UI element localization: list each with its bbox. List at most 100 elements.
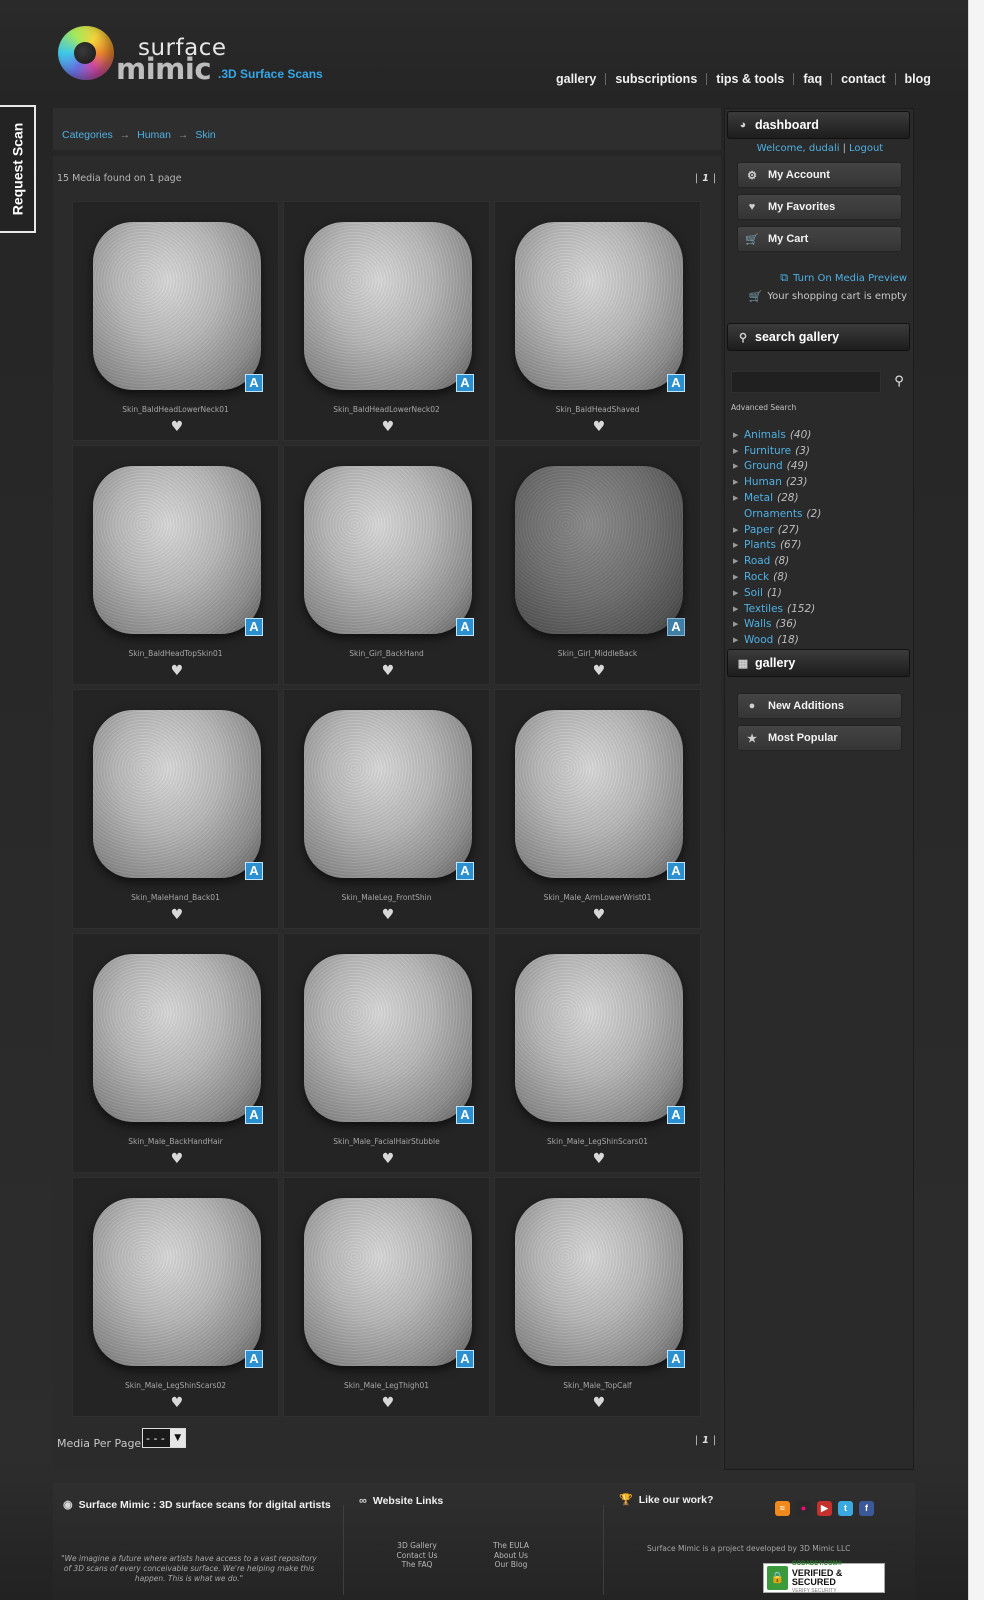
facebook-icon[interactable]: f xyxy=(859,1501,874,1516)
nav-contact[interactable]: contact xyxy=(832,72,894,86)
media-thumbnail[interactable] xyxy=(515,222,683,390)
twitter-icon[interactable]: t xyxy=(838,1501,853,1516)
category-item[interactable]: ▶ Human (23) xyxy=(733,474,821,490)
category-item[interactable]: ▶ Textiles (152) xyxy=(733,601,821,617)
nav-tips-tools[interactable]: tips & tools xyxy=(707,72,793,86)
category-item[interactable]: ▶ Plants (67) xyxy=(733,538,821,554)
expand-arrow-icon[interactable]: ▶ xyxy=(733,431,744,439)
media-thumbnail[interactable] xyxy=(93,1198,261,1366)
media-thumbnail[interactable] xyxy=(93,710,261,878)
media-card[interactable]: A Skin_Male_ArmLowerWrist01 ♥ xyxy=(494,689,701,929)
media-thumbnail[interactable] xyxy=(304,466,472,634)
new-additions-button[interactable]: ● New Additions xyxy=(737,693,902,719)
category-item[interactable]: ▶ Walls (36) xyxy=(733,617,821,633)
media-name[interactable]: Skin_BaldHeadTopSkin01 xyxy=(73,649,278,658)
media-card[interactable]: A Skin_MaleLeg_FrontShin ♥ xyxy=(283,689,490,929)
favorite-heart-icon[interactable]: ♥ xyxy=(591,1152,607,1166)
media-name[interactable]: Skin_Male_BackHandHair xyxy=(73,1137,278,1146)
my-cart-button[interactable]: 🛒 My Cart xyxy=(737,226,902,252)
media-thumbnail[interactable] xyxy=(515,954,683,1122)
media-name[interactable]: Skin_Male_LegShinScars01 xyxy=(495,1137,700,1146)
media-name[interactable]: Skin_Girl_MiddleBack xyxy=(495,649,700,658)
category-item[interactable]: ▶ Animals (40) xyxy=(733,427,821,443)
media-card[interactable]: A Skin_BaldHeadLowerNeck01 ♥ xyxy=(72,201,279,441)
godaddy-seal[interactable]: 🔒 GODADDY.COM® VERIFIED & SECURED VERIFY… xyxy=(763,1561,885,1594)
footer-link-blog[interactable]: Our Blog xyxy=(485,1560,537,1570)
expand-arrow-icon[interactable]: ▶ xyxy=(733,541,744,549)
media-thumbnail[interactable] xyxy=(304,222,472,390)
favorite-heart-icon[interactable]: ♥ xyxy=(169,908,185,922)
request-scan-tab[interactable]: Request Scan xyxy=(0,105,36,233)
favorite-heart-icon[interactable]: ♥ xyxy=(591,1396,607,1410)
favorite-heart-icon[interactable]: ♥ xyxy=(169,420,185,434)
expand-arrow-icon[interactable]: ▶ xyxy=(733,447,744,455)
expand-arrow-icon[interactable]: ▶ xyxy=(733,462,744,470)
media-card[interactable]: A Skin_BaldHeadLowerNeck02 ♥ xyxy=(283,201,490,441)
expand-arrow-icon[interactable]: ▶ xyxy=(733,494,744,502)
media-card[interactable]: A Skin_Male_LegShinScars02 ♥ xyxy=(72,1177,279,1417)
media-name[interactable]: Skin_BaldHeadLowerNeck02 xyxy=(284,405,489,414)
page-link[interactable]: 1 xyxy=(702,173,709,184)
expand-arrow-icon[interactable]: ▶ xyxy=(733,573,744,581)
breadcrumb-categories[interactable]: Categories xyxy=(62,129,113,141)
media-card[interactable]: A Skin_Male_LegShinScars01 ♥ xyxy=(494,933,701,1173)
favorite-heart-icon[interactable]: ♥ xyxy=(380,908,396,922)
favorite-heart-icon[interactable]: ♥ xyxy=(380,420,396,434)
expand-arrow-icon[interactable]: ▶ xyxy=(733,589,744,597)
media-name[interactable]: Skin_Male_TopCalf xyxy=(495,1381,700,1390)
media-name[interactable]: Skin_MaleHand_Back01 xyxy=(73,893,278,902)
breadcrumb-human[interactable]: Human xyxy=(137,129,171,141)
media-name[interactable]: Skin_MaleLeg_FrontShin xyxy=(284,893,489,902)
rss-icon[interactable]: ≈ xyxy=(775,1501,790,1516)
category-item[interactable]: ▶ Furniture (3) xyxy=(733,443,821,459)
media-thumbnail[interactable] xyxy=(515,466,683,634)
youtube-icon[interactable]: ▶ xyxy=(817,1501,832,1516)
footer-link-3d-gallery[interactable]: 3D Gallery xyxy=(391,1541,443,1551)
media-name[interactable]: Skin_Male_FacialHairStubble xyxy=(284,1137,489,1146)
media-name[interactable]: Skin_Male_LegThigh01 xyxy=(284,1381,489,1390)
media-card[interactable]: A Skin_Male_FacialHairStubble ♥ xyxy=(283,933,490,1173)
nav-gallery[interactable]: gallery xyxy=(556,72,605,86)
expand-arrow-icon[interactable]: ▶ xyxy=(733,557,744,565)
my-favorites-button[interactable]: ♥ My Favorites xyxy=(737,194,902,220)
footer-link-about-us[interactable]: About Us xyxy=(485,1551,537,1561)
media-card[interactable]: A Skin_Male_TopCalf ♥ xyxy=(494,1177,701,1417)
flickr-icon[interactable]: ● xyxy=(796,1501,811,1516)
media-thumbnail[interactable] xyxy=(93,222,261,390)
per-page-select[interactable]: - - - ▼ xyxy=(142,1428,186,1448)
advanced-search-link[interactable]: Advanced Search xyxy=(731,403,796,412)
media-card[interactable]: A Skin_BaldHeadTopSkin01 ♥ xyxy=(72,445,279,685)
chevron-down-icon[interactable]: ▼ xyxy=(170,1429,185,1447)
expand-arrow-icon[interactable]: ▶ xyxy=(733,526,744,534)
media-card[interactable]: A Skin_Male_LegThigh01 ♥ xyxy=(283,1177,490,1417)
nav-blog[interactable]: blog xyxy=(896,72,940,86)
expand-arrow-icon[interactable]: ▶ xyxy=(733,620,744,628)
category-item[interactable]: Ornaments (2) xyxy=(733,506,821,522)
favorite-heart-icon[interactable]: ♥ xyxy=(169,1152,185,1166)
media-card[interactable]: A Skin_Male_BackHandHair ♥ xyxy=(72,933,279,1173)
media-thumbnail[interactable] xyxy=(304,1198,472,1366)
expand-arrow-icon[interactable]: ▶ xyxy=(733,478,744,486)
expand-arrow-icon[interactable]: ▶ xyxy=(733,605,744,613)
category-item[interactable]: ▶ Paper (27) xyxy=(733,522,821,538)
media-thumbnail[interactable] xyxy=(93,954,261,1122)
footer-link-eula[interactable]: The EULA xyxy=(485,1541,537,1551)
category-item[interactable]: ▶ Ground (49) xyxy=(733,459,821,475)
my-account-button[interactable]: ⚙ My Account xyxy=(737,162,902,188)
favorite-heart-icon[interactable]: ♥ xyxy=(591,664,607,678)
footer-link-contact-us[interactable]: Contact Us xyxy=(391,1551,443,1561)
favorite-heart-icon[interactable]: ♥ xyxy=(169,664,185,678)
media-name[interactable]: Skin_Girl_BackHand xyxy=(284,649,489,658)
footer-link-faq[interactable]: The FAQ xyxy=(391,1560,443,1570)
media-thumbnail[interactable] xyxy=(304,710,472,878)
category-item[interactable]: ▶ Soil (1) xyxy=(733,585,821,601)
page-link[interactable]: 1 xyxy=(702,1435,709,1446)
media-name[interactable]: Skin_Male_ArmLowerWrist01 xyxy=(495,893,700,902)
favorite-heart-icon[interactable]: ♥ xyxy=(169,1396,185,1410)
category-item[interactable]: ▶ Wood (18) xyxy=(733,632,821,648)
search-icon[interactable]: ⚲ xyxy=(890,373,908,391)
nav-subscriptions[interactable]: subscriptions xyxy=(606,72,706,86)
logout-link[interactable]: Logout xyxy=(849,143,883,154)
media-thumbnail[interactable] xyxy=(93,466,261,634)
category-item[interactable]: ▶ Road (8) xyxy=(733,553,821,569)
